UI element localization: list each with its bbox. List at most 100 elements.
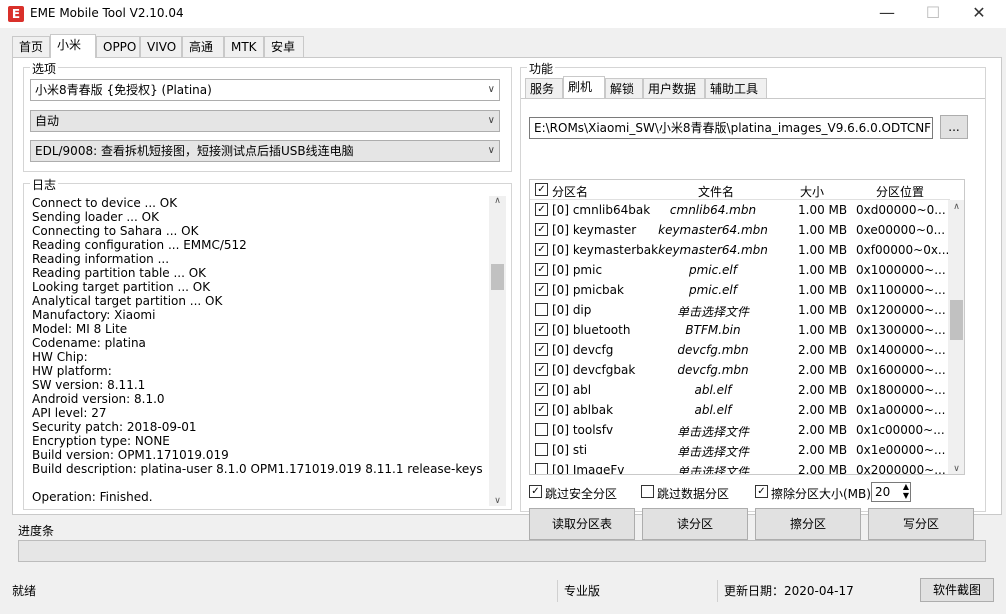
row-size: 2.00 MB — [798, 383, 848, 397]
row-checkbox[interactable]: ✓ — [535, 243, 548, 256]
table-row[interactable]: ✓ [0] cmnlib64bak cmnlib64.mbn 1.00 MB 0xd00… — [530, 200, 950, 220]
row-position: 0x1c00000~... — [856, 423, 945, 437]
firmware-path-input[interactable]: E:\ROMs\Xiaomi_SW\小米8青春版\platina_images_… — [529, 117, 933, 139]
skip-security-checkbox[interactable]: ✓ — [529, 485, 542, 498]
tab-home[interactable]: 首页 — [12, 36, 50, 58]
row-position: 0x1600000~... — [856, 363, 946, 377]
table-row[interactable]: ✓ [0] ablbak abl.elf 2.00 MB 0x1a00000~... — [530, 400, 950, 420]
scroll-up-icon[interactable]: ∧ — [948, 202, 964, 212]
row-file-name[interactable]: abl.elf — [658, 383, 768, 397]
tab-oppo[interactable]: OPPO — [96, 36, 140, 58]
log-scrollbar[interactable]: ∧ ∨ — [489, 196, 506, 506]
scroll-thumb[interactable] — [950, 300, 963, 340]
tab-unlock[interactable]: 解锁 — [605, 78, 643, 99]
table-row[interactable]: ✓ [0] devcfgbak devcfg.mbn 2.00 MB 0x1600000… — [530, 360, 950, 380]
minimize-button[interactable]: — — [864, 0, 910, 28]
log-line: Build description: platina-user 8.1.0 OP… — [32, 462, 483, 476]
scroll-down-icon[interactable]: ∨ — [489, 496, 506, 506]
table-row[interactable]: ✓ [0] pmicbak pmic.elf 1.00 MB 0x1100000~... — [530, 280, 950, 300]
row-file-name[interactable]: abl.elf — [658, 403, 768, 417]
table-row[interactable]: ✓ [0] bluetooth BTFM.bin 1.00 MB 0x1300000~.… — [530, 320, 950, 340]
skip-security-label: 跳过安全分区 — [545, 487, 618, 501]
table-row[interactable]: [0] ImageFv 单击选择文件 2.00 MB 0x2000000~... — [530, 460, 950, 474]
row-file-name[interactable]: keymaster64.mbn — [658, 223, 768, 237]
select-all-checkbox[interactable]: ✓ — [535, 183, 548, 196]
table-row[interactable]: [0] toolsfv 单击选择文件 2.00 MB 0x1c00000~... — [530, 420, 950, 440]
table-row[interactable]: ✓ [0] pmic pmic.elf 1.00 MB 0x1000000~... — [530, 260, 950, 280]
row-file-name[interactable]: BTFM.bin — [658, 323, 768, 337]
maximize-button[interactable]: ☐ — [910, 0, 956, 28]
table-row[interactable]: ✓ [0] keymasterbak keymaster64.mbn 1.00 MB 0… — [530, 240, 950, 260]
row-checkbox[interactable]: ✓ — [535, 383, 548, 396]
log-line: HW Chip: — [32, 350, 88, 364]
row-checkbox[interactable]: ✓ — [535, 283, 548, 296]
scroll-down-icon[interactable]: ∨ — [948, 464, 964, 474]
chevron-down-icon: ∨ — [487, 84, 495, 95]
row-file-name[interactable]: 单击选择文件 — [658, 303, 768, 320]
table-row[interactable]: [0] sti 单击选择文件 2.00 MB 0x1e00000~... — [530, 440, 950, 460]
row-file-name[interactable]: devcfg.mbn — [658, 343, 768, 357]
tab-user-data[interactable]: 用户数据 — [643, 78, 705, 99]
row-file-name[interactable]: 单击选择文件 — [658, 443, 768, 460]
row-size: 1.00 MB — [798, 303, 848, 317]
scroll-thumb[interactable] — [491, 264, 504, 290]
scroll-up-icon[interactable]: ∧ — [489, 196, 506, 206]
tab-qualcomm[interactable]: 高通 — [182, 36, 224, 58]
log-line: Build version: OPM1.171019.019 — [32, 448, 229, 462]
row-file-name[interactable]: cmnlib64.mbn — [658, 203, 768, 217]
tab-service[interactable]: 服务 — [525, 78, 563, 99]
progress-group: 进度条 — [12, 522, 1002, 570]
tab-android[interactable]: 安卓 — [264, 36, 304, 58]
tab-flash[interactable]: 刷机 — [563, 76, 605, 99]
erase-size-stepper[interactable]: 20 ▲ ▼ — [871, 482, 911, 502]
tab-vivo[interactable]: VIVO — [140, 36, 182, 58]
log-line: Sending loader ... OK — [32, 210, 159, 224]
tab-tools[interactable]: 辅助工具 — [705, 78, 767, 99]
skip-data-checkbox[interactable] — [641, 485, 654, 498]
table-row[interactable]: ✓ [0] keymaster keymaster64.mbn 1.00 MB 0xe0… — [530, 220, 950, 240]
row-checkbox[interactable] — [535, 463, 548, 474]
status-state: 就绪 — [8, 580, 558, 602]
row-file-name[interactable]: keymaster64.mbn — [658, 243, 768, 257]
row-file-name[interactable]: devcfg.mbn — [658, 363, 768, 377]
row-checkbox[interactable]: ✓ — [535, 323, 548, 336]
log-line: Reading configuration ... EMMC/512 — [32, 238, 247, 252]
status-update-date: 更新日期：2020-04-17 — [724, 584, 854, 598]
model-select[interactable]: 小米8青春版 {免授权} (Platina) ∨ — [30, 79, 500, 101]
row-file-name[interactable]: pmic.elf — [658, 283, 768, 297]
chevron-down-icon: ∨ — [487, 145, 495, 156]
row-checkbox[interactable] — [535, 423, 548, 436]
row-checkbox[interactable]: ✓ — [535, 403, 548, 416]
browse-button[interactable]: ... — [940, 115, 968, 139]
col-partition: 分区名 — [552, 185, 589, 199]
row-file-name[interactable]: 单击选择文件 — [658, 463, 768, 474]
row-partition-name: [0] dip — [552, 303, 592, 317]
mode-select[interactable]: 自动 ∨ — [30, 110, 500, 132]
row-checkbox[interactable] — [535, 303, 548, 316]
row-checkbox[interactable]: ✓ — [535, 363, 548, 376]
row-checkbox[interactable] — [535, 443, 548, 456]
table-row[interactable]: ✓ [0] devcfg devcfg.mbn 2.00 MB 0x1400000~..… — [530, 340, 950, 360]
row-partition-name: [0] devcfgbak — [552, 363, 636, 377]
table-row[interactable]: ✓ [0] abl abl.elf 2.00 MB 0x1800000~... — [530, 380, 950, 400]
progress-legend: 进度条 — [18, 524, 55, 538]
app-logo-icon: E — [8, 6, 24, 22]
stepper-arrows-icon[interactable]: ▲ ▼ — [903, 482, 909, 500]
row-file-name[interactable]: 单击选择文件 — [658, 423, 768, 440]
close-button[interactable]: ✕ — [956, 0, 1002, 28]
screenshot-button[interactable]: 软件截图 — [920, 578, 994, 602]
function-group: 功能 服务 刷机 解锁 用户数据 辅助工具 E:\ROMs\Xiaomi_SW\… — [520, 60, 986, 540]
row-checkbox[interactable]: ✓ — [535, 343, 548, 356]
row-checkbox[interactable]: ✓ — [535, 263, 548, 276]
erase-size-checkbox[interactable]: ✓ — [755, 485, 768, 498]
tab-xiaomi[interactable]: 小米 — [50, 34, 96, 58]
row-file-name[interactable]: pmic.elf — [658, 263, 768, 277]
table-scrollbar[interactable]: ∧ ∨ — [948, 200, 964, 474]
row-position: 0x1300000~... — [856, 323, 946, 337]
row-size: 1.00 MB — [798, 243, 848, 257]
table-row[interactable]: [0] dip 单击选择文件 1.00 MB 0x1200000~... — [530, 300, 950, 320]
row-checkbox[interactable]: ✓ — [535, 203, 548, 216]
row-checkbox[interactable]: ✓ — [535, 223, 548, 236]
method-select[interactable]: EDL/9008: 查看拆机短接图，短接测试点后插USB线连电脑 ∨ — [30, 140, 500, 162]
tab-mtk[interactable]: MTK — [224, 36, 264, 58]
